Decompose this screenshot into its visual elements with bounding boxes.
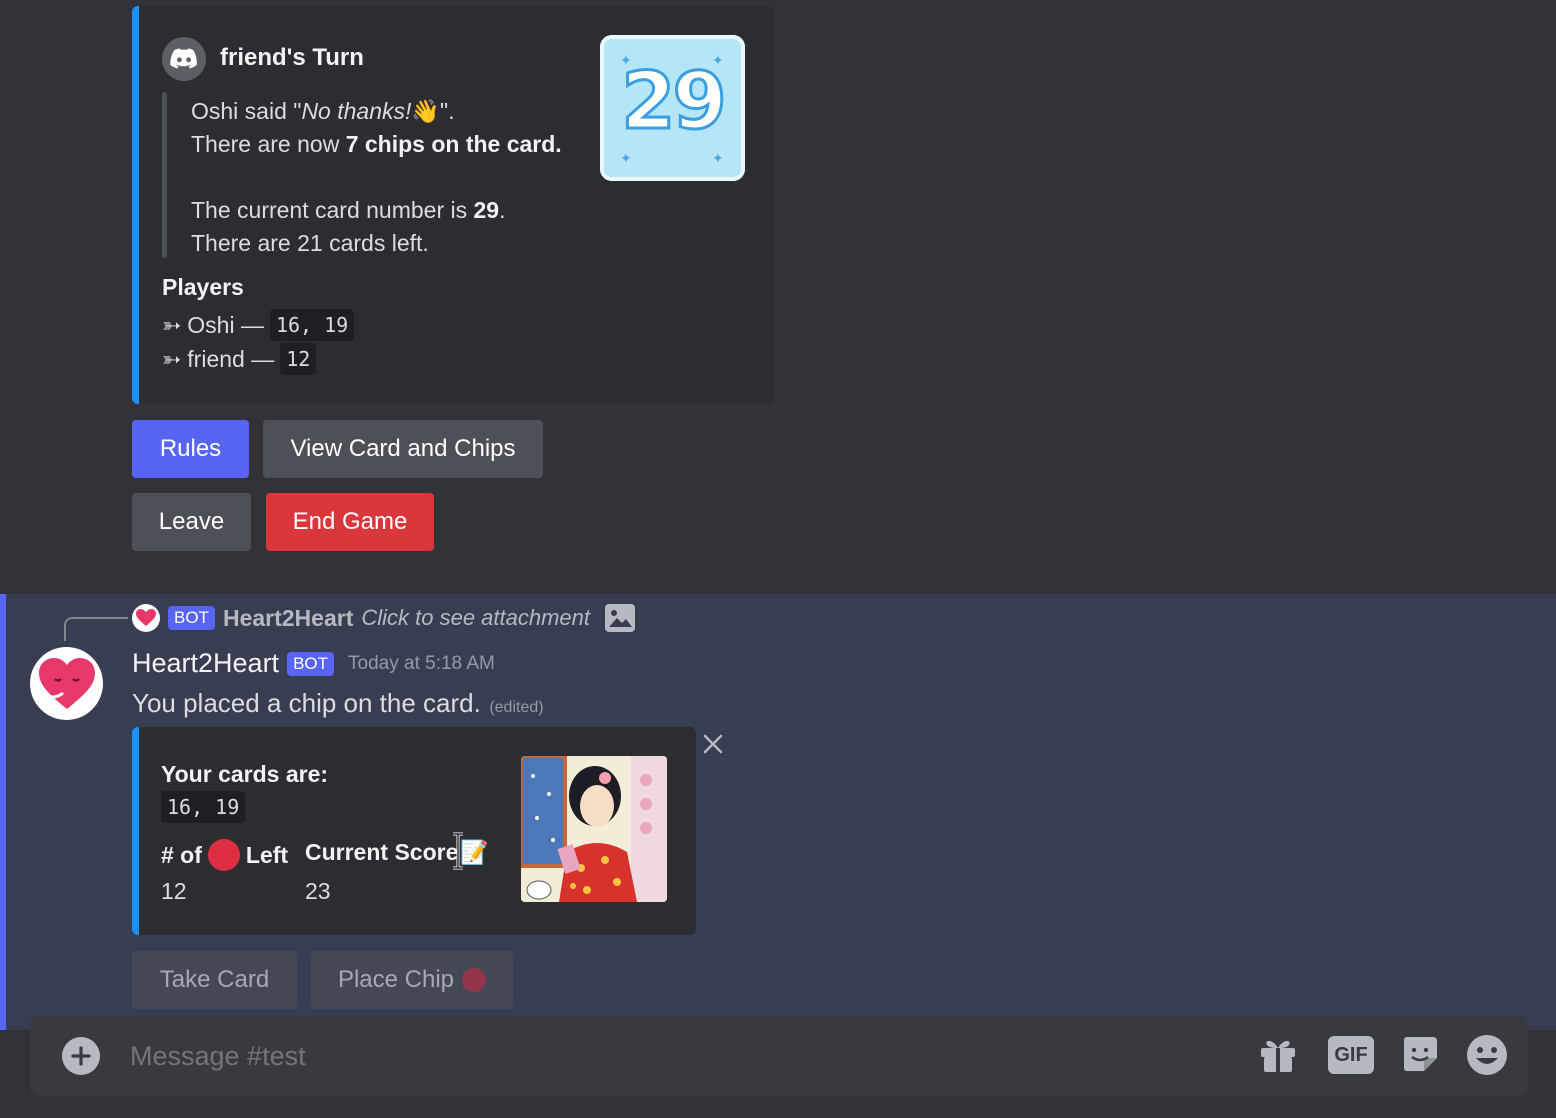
embed-author-name: friend's Turn: [220, 44, 364, 71]
field-name: Current Score: [305, 839, 459, 865]
your-cards-code: 16, 19: [161, 791, 246, 823]
quote-line-card: The current card number is 29.: [191, 197, 506, 224]
message-timestamp[interactable]: Today at 5:18 AM: [348, 653, 495, 675]
card-number-text: 29: [620, 56, 729, 149]
mention-indicator: [0, 594, 6, 1030]
field-name: Left: [245, 841, 289, 868]
quote-line-remaining: There are 21 cards left.: [191, 230, 429, 256]
quote-italic: No thanks!: [301, 98, 412, 124]
rules-button[interactable]: Rules: [132, 420, 249, 478]
score-value: 23: [305, 878, 331, 904]
add-attachment-icon[interactable]: [62, 1037, 100, 1075]
card-image[interactable]: [521, 756, 667, 902]
red-circle-icon: [462, 968, 487, 992]
bot-tag: BOT: [287, 651, 335, 676]
end-game-button[interactable]: End Game: [266, 493, 434, 551]
reply-content[interactable]: Click to see attachment: [361, 605, 590, 631]
blockquote-bar: [162, 92, 167, 258]
take-card-button[interactable]: Take Card: [132, 951, 297, 1009]
player-cards: 12: [280, 343, 317, 375]
red-circle-icon: [207, 839, 240, 871]
embed-title: Your cards are:: [161, 761, 329, 787]
message-text: You placed a chip on the card.: [132, 688, 481, 718]
sticker-icon[interactable]: [1400, 1034, 1440, 1074]
reply-bot-tag: BOT: [168, 606, 215, 630]
embed-accent-bar: [132, 6, 139, 404]
player-name: friend —: [187, 345, 275, 372]
message-header: Heart2Heart BOT Today at 5:18 AM: [132, 648, 495, 679]
quote-line-chips: There are now 7 chips on the card.: [191, 131, 562, 158]
discord-logo-icon: [162, 37, 206, 81]
svg-text:✦: ✦: [620, 151, 632, 167]
reply-preview[interactable]: BOT Heart2Heart Click to see attachment: [132, 603, 636, 633]
chips-left-value: 12: [161, 878, 187, 904]
text-cursor-icon: [450, 832, 466, 870]
cards-embed: Your cards are: 16, 19 # of Left 12 Curr…: [132, 727, 696, 935]
player-row: ➳ friend — 12: [162, 343, 317, 375]
reply-author[interactable]: Heart2Heart: [223, 605, 353, 632]
bot-avatar[interactable]: [30, 647, 103, 720]
player-name: Oshi —: [187, 311, 264, 338]
chip-count: 7 chips on the card.: [345, 131, 562, 157]
card-thumbnail[interactable]: ✦ ✦ ✦ ✦ 29: [600, 35, 745, 181]
quote-line-said: Oshi said "No thanks!👋".: [191, 98, 455, 125]
place-chip-label: Place Chip: [337, 966, 455, 993]
player-row: ➳ Oshi — 16, 19: [162, 309, 355, 341]
message-author[interactable]: Heart2Heart: [132, 648, 279, 679]
player-cards: 16, 19: [269, 309, 355, 341]
quote-text: Oshi said ": [191, 98, 302, 124]
gif-button[interactable]: GIF: [1328, 1036, 1374, 1074]
heart-avatar-small-icon: [132, 604, 160, 632]
chips-left-field: # of Left: [161, 839, 288, 871]
svg-text:✦: ✦: [712, 151, 724, 167]
embed-accent-bar: [132, 727, 139, 935]
waving-hand-icon: 👋: [411, 98, 441, 124]
edited-label: (edited): [489, 699, 544, 716]
quote-text: There are now: [191, 131, 346, 157]
leave-button[interactable]: Leave: [132, 493, 251, 551]
reply-connector: [64, 617, 128, 641]
close-icon[interactable]: [700, 731, 726, 757]
gift-icon[interactable]: [1258, 1034, 1298, 1074]
image-icon: [604, 603, 636, 633]
game-embed: friend's Turn Oshi said "No thanks!👋". T…: [132, 6, 774, 404]
quote-text: The current card number is: [191, 197, 474, 223]
field-name: # of: [161, 841, 202, 868]
quote-text: ".: [440, 98, 455, 124]
message-input[interactable]: [130, 1036, 1230, 1076]
message-input-bar: GIF: [30, 1016, 1528, 1096]
view-card-button[interactable]: View Card and Chips: [263, 420, 543, 478]
quote-text: .: [499, 197, 506, 223]
message-content: You placed a chip on the card. (edited): [132, 688, 544, 719]
place-chip-button[interactable]: Place Chip: [311, 951, 513, 1009]
players-title: Players: [162, 274, 244, 300]
emoji-icon[interactable]: [1466, 1034, 1508, 1076]
current-card-number: 29: [473, 197, 500, 223]
arrow-icon: ➳: [162, 311, 182, 338]
arrow-icon: ➳: [162, 345, 182, 372]
